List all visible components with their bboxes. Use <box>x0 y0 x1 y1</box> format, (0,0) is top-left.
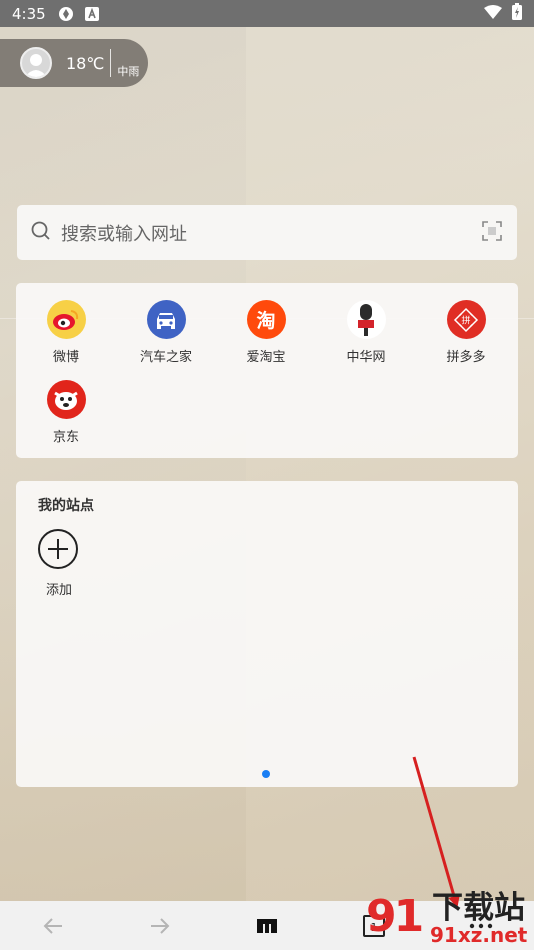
shortcut-jd[interactable]: 京东 <box>21 380 111 445</box>
taobao-icon: 淘 <box>246 300 286 339</box>
shortcut-pinduoduo[interactable]: 拼 拼多多 <box>421 300 511 365</box>
accessibility-icon <box>84 6 100 22</box>
pinduoduo-icon: 拼 <box>446 300 486 339</box>
shortcut-label: 中华网 <box>346 350 386 365</box>
watermark-url: 91xz.net <box>430 923 528 947</box>
scan-icon[interactable] <box>481 220 503 246</box>
weather-condition: 中雨 <box>117 65 140 78</box>
wifi-icon <box>484 4 502 23</box>
sync-icon <box>58 6 74 22</box>
shortcut-china-com[interactable]: 中华网 <box>321 300 411 365</box>
search-input[interactable]: 搜索或输入网址 <box>61 220 481 246</box>
arrow-right-icon <box>151 917 170 934</box>
watermark-number: 91 <box>366 891 424 942</box>
shortcut-label: 爱淘宝 <box>246 350 286 365</box>
page-indicator-dot[interactable] <box>262 770 270 778</box>
shortcuts-card: 微博 汽车之家 淘 爱淘宝 中华网 拼 拼多多 京东 <box>16 283 518 458</box>
shortcut-weibo[interactable]: 微博 <box>21 300 111 365</box>
arrow-left-icon <box>43 917 63 934</box>
background-panel-right <box>246 0 534 950</box>
home-icon <box>256 918 277 933</box>
weather-widget[interactable]: 18℃ 中雨 <box>0 39 148 87</box>
svg-text:拼: 拼 <box>461 314 470 326</box>
back-button[interactable] <box>0 901 107 950</box>
shortcut-autohome[interactable]: 汽车之家 <box>121 300 211 365</box>
weather-divider <box>110 49 112 77</box>
forward-button[interactable] <box>107 901 214 950</box>
search-icon <box>31 221 51 245</box>
car-icon <box>146 300 186 339</box>
shortcut-label: 微博 <box>52 350 79 365</box>
shortcut-label: 汽车之家 <box>139 350 192 365</box>
weather-temperature: 18℃ <box>66 53 105 73</box>
home-button[interactable] <box>214 901 321 950</box>
my-sites-title: 我的站点 <box>38 498 94 514</box>
add-site-label: 添加 <box>45 583 72 598</box>
status-time: 4:35 <box>12 4 46 23</box>
battery-icon <box>512 3 522 24</box>
status-bar: 4:35 <box>0 0 534 27</box>
background-panel-left <box>0 0 246 950</box>
weibo-icon <box>46 300 86 339</box>
search-bar[interactable]: 搜索或输入网址 <box>17 205 517 260</box>
add-site-button[interactable]: 添加 <box>38 529 80 598</box>
my-sites-card: 我的站点 添加 <box>16 481 518 787</box>
shortcut-aitaobao[interactable]: 淘 爱淘宝 <box>221 300 311 365</box>
shortcut-label: 拼多多 <box>446 350 486 365</box>
watermark-logo: 91 下载站 91xz.net <box>366 890 534 950</box>
plus-icon <box>38 529 78 569</box>
shortcut-label: 京东 <box>52 430 79 445</box>
watermark-brand: 下载站 <box>432 890 525 926</box>
avatar[interactable] <box>20 47 52 79</box>
microphone-icon <box>346 300 386 339</box>
jd-dog-icon <box>46 380 86 419</box>
